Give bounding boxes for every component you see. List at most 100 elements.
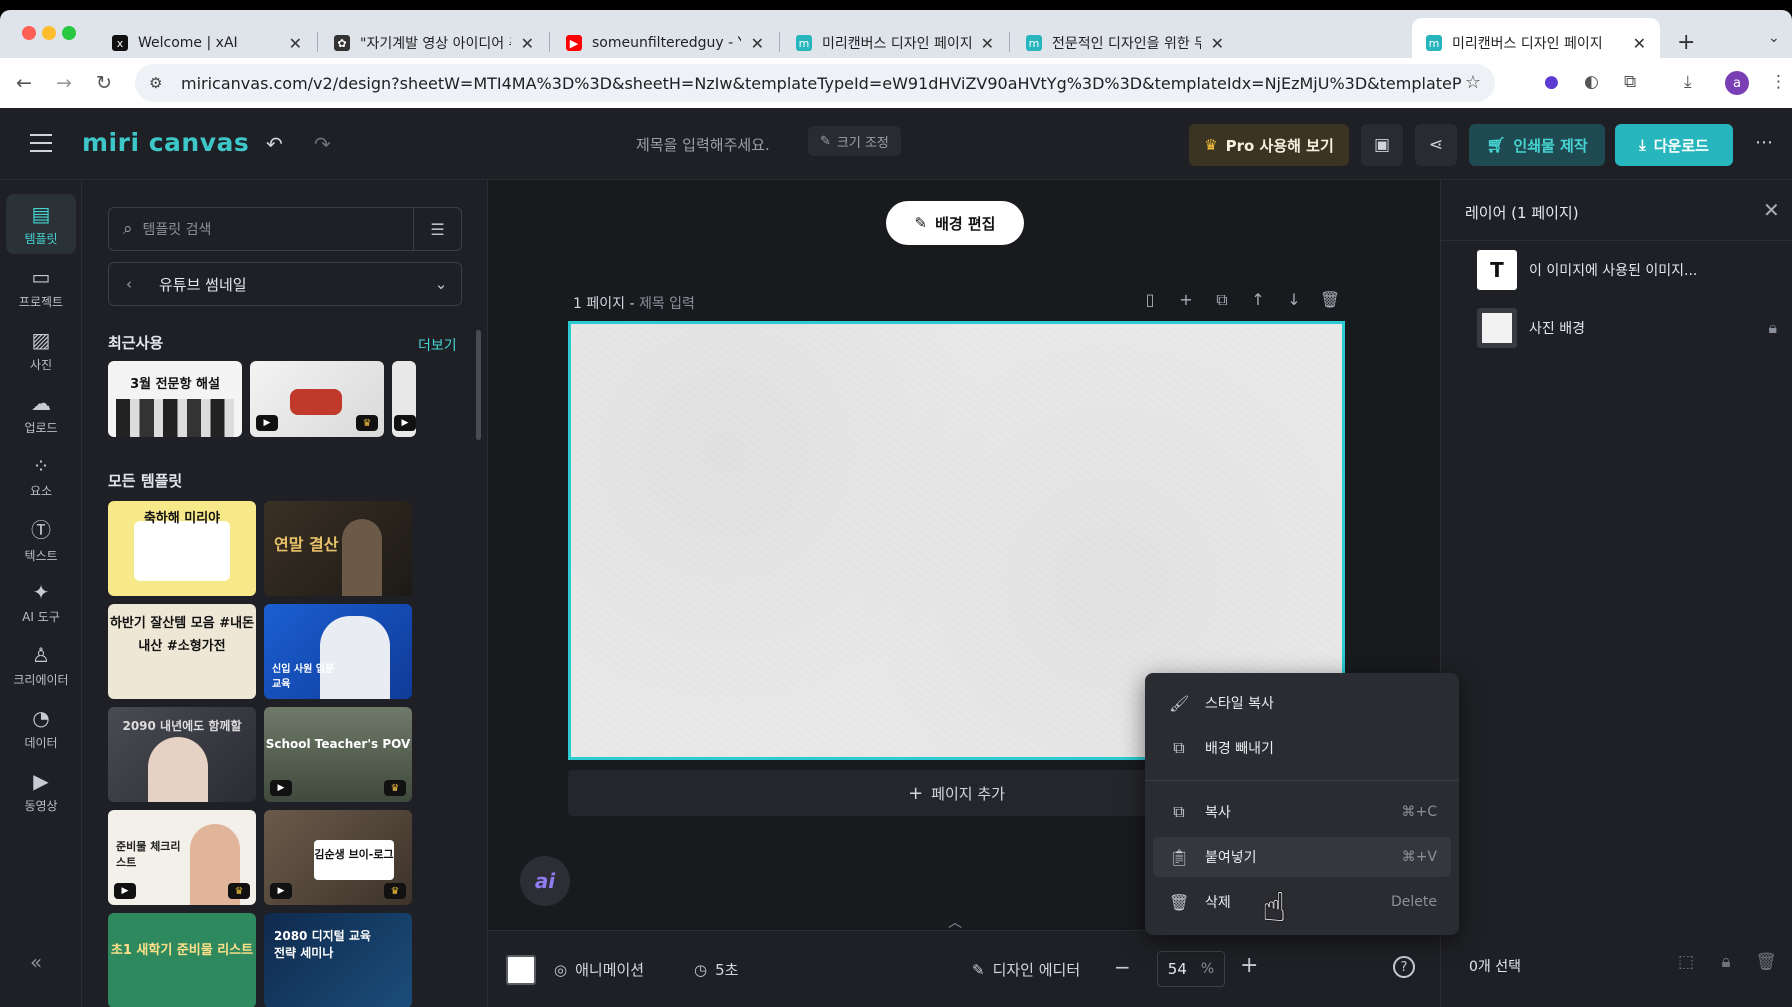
print-order-button[interactable]: 🛒︎ 인쇄물 제작 <box>1469 124 1605 166</box>
template-thumb[interactable]: 하반기 잘산템 모음 #내돈내산 #소형가전 <box>108 604 256 699</box>
menu-item-style-copy[interactable]: 🖌︎ 스타일 복사 <box>1153 683 1451 723</box>
template-thumb[interactable]: 2080 디지털 교육 전략 세미나 <box>264 913 412 1007</box>
bottom-toolbar: ◎ 애니메이션 ◷ 5초 ✎ 디자인 에디터 − 54 % + ? <box>488 930 1440 1007</box>
recent-template-thumb[interactable]: ▶ ♛ <box>250 361 384 437</box>
design-editor-button[interactable]: ✎ 디자인 에디터 <box>972 959 1080 980</box>
rail-item-template[interactable]: ▤ 템플릿 <box>6 194 76 254</box>
share-button[interactable]: ⋖ <box>1415 124 1457 166</box>
template-thumb[interactable]: 축하해 미리야 <box>108 501 256 596</box>
template-thumb[interactable]: 준비물 체크리스트 ▶ ♛ <box>108 810 256 905</box>
page-title-input[interactable]: 제목 입력 <box>639 296 695 312</box>
close-tab-icon[interactable]: ✕ <box>981 34 994 53</box>
download-icon[interactable]: ⤓ <box>1684 72 1692 92</box>
category-select[interactable]: ‹ 유튜브 썸네일 ⌄ <box>108 262 462 306</box>
chevron-left-icon[interactable]: ‹ <box>109 275 149 293</box>
rail-item-creator[interactable]: ♙ 크리에이터 <box>6 635 76 695</box>
site-settings-icon[interactable]: ⚙ <box>149 74 171 92</box>
rail-item-video[interactable]: ▶ 동영상 <box>6 761 76 821</box>
rail-item-project[interactable]: ▭ 프로젝트 <box>6 257 76 317</box>
layer-item-text[interactable]: T 이 이미지에 사용된 이미지... <box>1477 248 1777 292</box>
zoom-input[interactable]: 54 % <box>1157 951 1225 987</box>
rail-item-upload[interactable]: ☁ 업로드 <box>6 383 76 443</box>
animation-icon: ◎ <box>554 960 568 979</box>
back-icon[interactable]: ← <box>16 72 32 94</box>
layer-item-image[interactable]: 사진 배경 🔒︎ <box>1477 306 1777 350</box>
rail-item-data[interactable]: ◔ 데이터 <box>6 698 76 758</box>
close-window-button[interactable] <box>22 26 36 40</box>
close-tab-icon[interactable]: ✕ <box>289 34 302 53</box>
move-down-icon[interactable]: ↓ <box>1276 290 1312 310</box>
animation-button[interactable]: ◎ 애니메이션 <box>554 959 644 980</box>
template-search[interactable]: ⌕ 템플릿 검색 ☰ <box>108 207 462 251</box>
ai-assistant-button[interactable]: ai <box>520 856 570 906</box>
save-button[interactable]: ▣ <box>1361 124 1403 166</box>
tab-search-icon[interactable]: ⌄ <box>1768 30 1780 46</box>
rail-item-photo[interactable]: ▨ 사진 <box>6 320 76 380</box>
new-tab-icon[interactable]: + <box>1677 30 1695 55</box>
extension-s-icon[interactable]: ● <box>1544 72 1559 92</box>
trash-icon[interactable]: 🗑︎ <box>1746 952 1786 972</box>
search-input[interactable]: 템플릿 검색 <box>143 219 413 239</box>
recent-template-thumb[interactable]: ▶ <box>392 361 416 437</box>
close-tab-icon[interactable]: ✕ <box>1211 34 1224 53</box>
menu-item-copy[interactable]: ⧉ 복사 ⌘+C <box>1153 792 1451 832</box>
template-thumb[interactable]: 김순생 브이-로그 ▶ ♛ <box>264 810 412 905</box>
duration-button[interactable]: ◷ 5초 <box>694 959 738 980</box>
close-tab-icon[interactable]: ✕ <box>521 34 534 53</box>
extension-icon[interactable]: ◐ <box>1584 72 1599 92</box>
lock-icon[interactable]: 🔒︎ <box>1768 318 1777 338</box>
duplicate-page-icon[interactable]: ⧉ <box>1204 290 1240 310</box>
rail-item-ai-tools[interactable]: ✦ AI 도구 <box>6 572 76 632</box>
delete-page-icon[interactable]: 🗑︎ <box>1312 290 1348 310</box>
miricanvas-logo[interactable]: miri canvas <box>82 128 249 157</box>
close-tab-icon[interactable]: ✕ <box>751 34 764 53</box>
more-options-icon[interactable]: ⋯ <box>1755 132 1773 153</box>
template-thumb[interactable]: 초1 새학기 준비물 리스트 <box>108 913 256 1007</box>
lock-icon[interactable]: 🔒︎ <box>1706 952 1746 972</box>
undo-icon[interactable]: ↶ <box>266 132 283 156</box>
profile-avatar[interactable]: a <box>1725 71 1749 95</box>
add-page-icon[interactable]: + <box>1168 290 1204 310</box>
rail-item-elements[interactable]: ⁘ 요소 <box>6 446 76 506</box>
resize-button[interactable]: ✎ 크기 조정 <box>808 126 901 156</box>
filter-icon[interactable]: ☰ <box>413 208 461 250</box>
download-button[interactable]: ⤓ 다운로드 <box>1615 124 1733 166</box>
menu-icon[interactable] <box>30 134 52 152</box>
template-thumb[interactable]: 연말 결산 <box>264 501 412 596</box>
url-text[interactable]: miricanvas.com/v2/design?sheetW=MTI4MA%3… <box>181 74 1461 93</box>
background-color-swatch[interactable] <box>506 955 536 985</box>
minimize-window-button[interactable] <box>42 26 56 40</box>
document-title-input[interactable]: 제목을 입력해주세요. <box>636 134 770 155</box>
chevron-up-icon[interactable]: ︿ <box>948 912 962 932</box>
background-edit-button[interactable]: ✎ 배경 편집 <box>886 201 1024 245</box>
template-thumb[interactable]: 2090 내년에도 함께할 <box>108 707 256 802</box>
template-thumb[interactable]: 신입 사원 입문교육 <box>264 604 412 699</box>
panel-scrollbar[interactable] <box>476 330 481 440</box>
extensions-puzzle-icon[interactable]: ⧉ <box>1624 72 1636 92</box>
new-page-icon[interactable]: ▯ <box>1132 290 1168 310</box>
template-thumb[interactable]: School Teacher's POV ▶ ♛ <box>264 707 412 802</box>
move-up-icon[interactable]: ↑ <box>1240 290 1276 310</box>
more-link[interactable]: 더보기 <box>418 335 457 355</box>
collapse-panel-icon[interactable]: « <box>30 950 42 974</box>
forward-icon[interactable]: → <box>56 72 72 94</box>
menu-item-delete[interactable]: 🗑︎ 삭제 Delete <box>1153 882 1451 922</box>
menu-item-detach-background[interactable]: ⧉ 배경 빼내기 <box>1153 728 1451 768</box>
zoom-in-icon[interactable]: + <box>1240 953 1258 978</box>
group-icon[interactable]: ⬚ <box>1666 952 1706 972</box>
help-icon[interactable]: ? <box>1393 956 1415 978</box>
reload-icon[interactable]: ↻ <box>96 72 112 94</box>
zoom-out-icon[interactable]: − <box>1114 955 1131 979</box>
close-tab-icon[interactable]: ✕ <box>1633 34 1646 53</box>
pro-trial-button[interactable]: ♛ Pro 사용해 보기 <box>1189 124 1349 166</box>
bookmark-star-icon[interactable]: ☆ <box>1465 72 1481 93</box>
chevron-down-icon[interactable]: ⌄ <box>421 275 461 293</box>
close-icon[interactable]: ✕ <box>1763 198 1780 222</box>
address-bar[interactable]: ⚙ miricanvas.com/v2/design?sheetW=MTI4MA… <box>135 64 1495 102</box>
rail-item-text[interactable]: Ⓣ 텍스트 <box>6 509 76 569</box>
redo-icon[interactable]: ↷ <box>314 132 331 156</box>
maximize-window-button[interactable] <box>62 26 76 40</box>
menu-item-paste[interactable]: 📋︎ 붙여넣기 ⌘+V <box>1153 837 1451 877</box>
browser-menu-icon[interactable]: ⋮ <box>1770 72 1787 92</box>
recent-template-thumb[interactable]: 3월 전문항 해설 <box>108 361 242 437</box>
